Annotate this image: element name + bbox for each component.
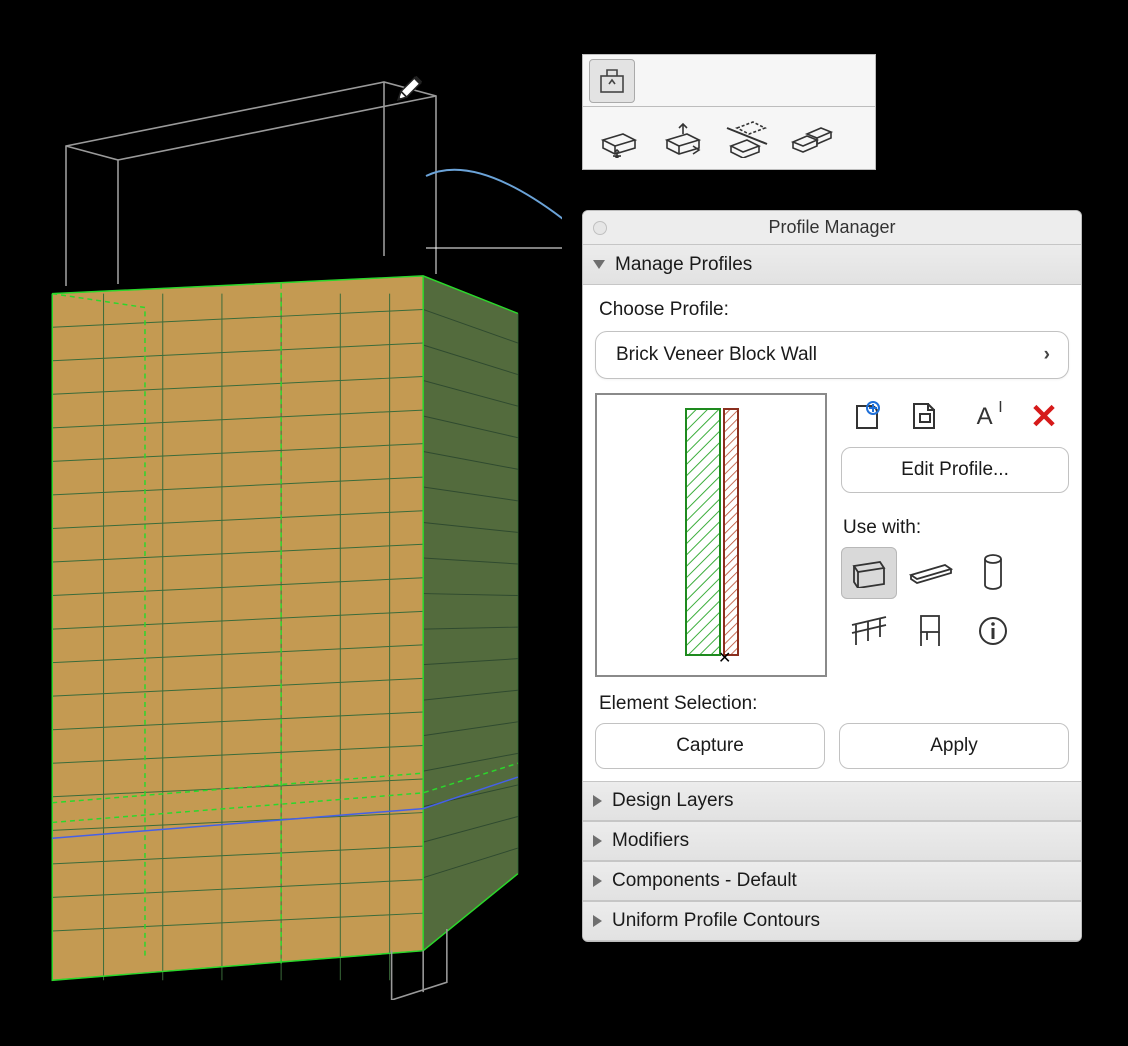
model-viewport[interactable] bbox=[14, 14, 560, 1032]
beam-icon bbox=[909, 561, 953, 585]
disclosure-down-icon bbox=[593, 260, 605, 269]
section-design-layers[interactable]: Design Layers bbox=[583, 781, 1081, 821]
railing-icon bbox=[848, 615, 890, 647]
chevron-right-icon: › bbox=[1044, 344, 1050, 366]
section-components[interactable]: Components - Default bbox=[583, 861, 1081, 901]
section-manage-profiles[interactable]: Manage Profiles bbox=[583, 245, 1081, 285]
cut-box-icon[interactable] bbox=[723, 118, 771, 158]
disclosure-right-icon bbox=[593, 835, 602, 847]
svg-text:✕: ✕ bbox=[718, 650, 731, 665]
use-with-beam[interactable] bbox=[903, 547, 959, 599]
edit-profile-button[interactable]: Edit Profile... bbox=[841, 447, 1069, 493]
disclosure-right-icon bbox=[593, 795, 602, 807]
duplicate-profile-button[interactable] bbox=[904, 396, 946, 438]
apply-label: Apply bbox=[930, 735, 978, 757]
new-profile-button[interactable] bbox=[845, 396, 887, 438]
duplicate-profile-icon bbox=[908, 400, 942, 434]
close-window-button[interactable] bbox=[593, 221, 607, 235]
section-label: Design Layers bbox=[612, 790, 733, 812]
new-profile-icon bbox=[849, 400, 883, 434]
section-contours[interactable]: Uniform Profile Contours bbox=[583, 901, 1081, 941]
goto-parent-icon bbox=[597, 66, 627, 96]
use-with-railing[interactable] bbox=[841, 605, 897, 657]
pencil-icon bbox=[392, 74, 426, 108]
delete-profile-icon: ✕ bbox=[1030, 397, 1059, 437]
info-icon bbox=[977, 615, 1009, 647]
apply-button[interactable]: Apply bbox=[839, 723, 1069, 769]
shift-box-icon[interactable] bbox=[659, 118, 707, 158]
use-with-wall[interactable] bbox=[841, 547, 897, 599]
panel-title: Profile Manager bbox=[583, 217, 1081, 238]
use-with-column[interactable] bbox=[965, 547, 1021, 599]
disclosure-right-icon bbox=[593, 875, 602, 887]
profile-manager-panel: Profile Manager Manage Profiles Choose P… bbox=[582, 210, 1082, 942]
object-icon bbox=[913, 612, 949, 650]
disclosure-right-icon bbox=[593, 915, 602, 927]
section-label: Manage Profiles bbox=[615, 254, 752, 276]
edit-profile-label: Edit Profile... bbox=[901, 459, 1009, 481]
use-with-object[interactable] bbox=[903, 605, 959, 657]
section-label: Uniform Profile Contours bbox=[612, 910, 820, 932]
capture-button[interactable]: Capture bbox=[595, 723, 825, 769]
multi-box-icon[interactable] bbox=[787, 118, 835, 158]
choose-profile-label: Choose Profile: bbox=[599, 299, 1065, 321]
panel-titlebar[interactable]: Profile Manager bbox=[583, 211, 1081, 245]
pet-palette bbox=[582, 54, 876, 170]
section-label: Modifiers bbox=[612, 830, 689, 852]
toolbox-parent-button[interactable] bbox=[589, 59, 635, 103]
wall-icon bbox=[850, 558, 888, 588]
profile-preview: ✕ bbox=[595, 393, 827, 677]
profile-dropdown-value: Brick Veneer Block Wall bbox=[616, 344, 817, 366]
use-with-label: Use with: bbox=[843, 517, 1067, 539]
element-selection-label: Element Selection: bbox=[599, 693, 1065, 715]
use-with-info[interactable] bbox=[965, 605, 1021, 657]
delete-profile-button[interactable]: ✕ bbox=[1023, 396, 1065, 438]
profile-dropdown[interactable]: Brick Veneer Block Wall › bbox=[595, 331, 1069, 379]
section-modifiers[interactable]: Modifiers bbox=[583, 821, 1081, 861]
column-icon bbox=[981, 553, 1005, 593]
move-box-icon[interactable] bbox=[595, 118, 643, 158]
capture-label: Capture bbox=[676, 735, 744, 757]
section-label: Components - Default bbox=[612, 870, 797, 892]
rename-profile-icon: AI bbox=[977, 403, 993, 431]
wall-model[interactable] bbox=[41, 270, 539, 1000]
rename-profile-button[interactable]: AI bbox=[964, 396, 1006, 438]
